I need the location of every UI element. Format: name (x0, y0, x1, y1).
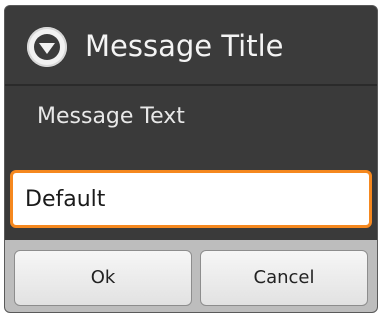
dialog-body: Message Text (5, 86, 377, 240)
text-input-container (10, 170, 372, 228)
cancel-button[interactable]: Cancel (200, 250, 368, 306)
dialog-title-bar: Message Title (5, 6, 377, 86)
dialog-message: Message Text (37, 104, 185, 129)
text-input[interactable] (13, 173, 369, 225)
alert-dialog: Message Title Message Text Ok Cancel (4, 5, 378, 313)
dialog-title: Message Title (85, 29, 284, 63)
chevron-down-circle-icon (27, 27, 67, 67)
dialog-button-bar: Ok Cancel (5, 240, 377, 312)
ok-button[interactable]: Ok (14, 250, 192, 306)
